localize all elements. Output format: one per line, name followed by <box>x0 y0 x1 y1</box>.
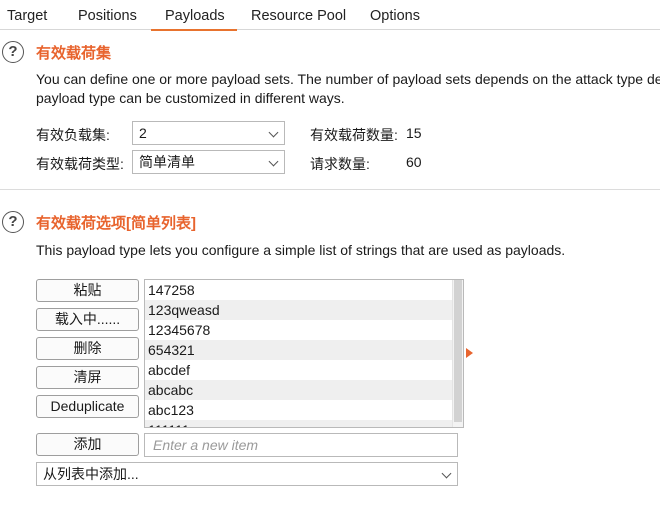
question-circle-icon[interactable]: ? <box>2 41 24 63</box>
tab-positions[interactable]: Positions <box>78 0 137 30</box>
tab-target[interactable]: Target <box>7 0 47 30</box>
list-item[interactable]: abcabc <box>145 380 452 400</box>
payload-count-label: 有效载荷数量: <box>310 127 398 143</box>
payload-set-label: 有效负载集: <box>36 127 110 143</box>
add-from-list-select[interactable]: 从列表中添加... <box>36 462 458 486</box>
list-item[interactable]: 111111 <box>145 420 452 427</box>
payload-type-value: 简单清单 <box>139 154 195 170</box>
list-item[interactable]: 12345678 <box>145 320 452 340</box>
payload-sets-description: You can define one or more payload sets.… <box>36 71 660 87</box>
new-item-input[interactable] <box>144 433 458 457</box>
payload-count-value: 15 <box>406 125 422 141</box>
chevron-down-icon <box>268 156 279 167</box>
add-from-list-value: 从列表中添加... <box>43 466 139 482</box>
deduplicate-button[interactable]: Deduplicate <box>36 395 139 418</box>
payload-sets-description-2: payload type can be customized in differ… <box>36 90 345 106</box>
request-count-label: 请求数量: <box>310 156 370 172</box>
list-item[interactable]: abc123 <box>145 400 452 420</box>
remove-button[interactable]: 删除 <box>36 337 139 360</box>
payload-set-value: 2 <box>139 125 147 141</box>
load-button[interactable]: 载入中...... <box>36 308 139 331</box>
list-item[interactable]: 654321 <box>145 340 452 360</box>
add-button[interactable]: 添加 <box>36 433 139 456</box>
list-item[interactable]: 123qweasd <box>145 300 452 320</box>
tab-bar: Target Positions Payloads Resource Pool … <box>0 0 660 31</box>
tab-resource-pool[interactable]: Resource Pool <box>251 0 346 30</box>
payload-type-select[interactable]: 简单清单 <box>132 150 285 174</box>
paste-button[interactable]: 粘贴 <box>36 279 139 302</box>
list-scrollbar[interactable] <box>452 280 463 427</box>
chevron-down-icon <box>268 127 279 138</box>
list-item[interactable]: abcdef <box>145 360 452 380</box>
section-divider <box>0 189 660 190</box>
arrow-right-icon <box>466 348 473 358</box>
payload-type-label: 有效载荷类型: <box>36 156 124 172</box>
request-count-value: 60 <box>406 154 422 170</box>
tab-payloads[interactable]: Payloads <box>151 0 237 31</box>
list-item[interactable]: 147258 <box>145 280 452 300</box>
question-circle-icon[interactable]: ? <box>2 211 24 233</box>
chevron-down-icon <box>441 468 452 479</box>
tab-options[interactable]: Options <box>370 0 420 30</box>
payload-list[interactable]: 147258 123qweasd 12345678 654321 abcdef … <box>144 279 464 428</box>
payload-set-select[interactable]: 2 <box>132 121 285 145</box>
scrollbar-thumb[interactable] <box>454 280 462 422</box>
payload-options-title: 有效载荷选项[简单列表] <box>36 215 196 232</box>
payload-sets-title: 有效载荷集 <box>36 45 112 62</box>
payload-options-description: This payload type lets you configure a s… <box>36 242 566 258</box>
clear-button[interactable]: 清屏 <box>36 366 139 389</box>
